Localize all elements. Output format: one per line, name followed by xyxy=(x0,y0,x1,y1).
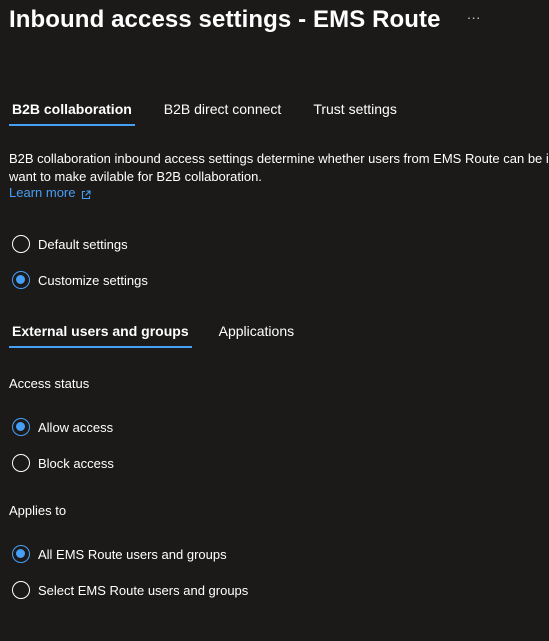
applies-to-label: Applies to xyxy=(9,503,67,518)
tab-trust-settings[interactable]: Trust settings xyxy=(310,101,400,126)
radio-customize-settings[interactable]: Customize settings xyxy=(12,271,148,289)
radio-circle[interactable] xyxy=(12,581,30,599)
description-line-2: want to make avilable for B2B collaborat… xyxy=(9,169,262,184)
sub-tabs: External users and groups Applications xyxy=(9,323,321,348)
more-options-icon[interactable]: ··· xyxy=(467,10,481,24)
description: B2B collaboration inbound access setting… xyxy=(9,150,549,186)
radio-label: All EMS Route users and groups xyxy=(38,546,227,562)
radio-label: Customize settings xyxy=(38,272,148,288)
radio-circle-checked[interactable] xyxy=(12,418,30,436)
radio-label: Select EMS Route users and groups xyxy=(38,582,249,598)
top-tabs: B2B collaboration B2B direct connect Tru… xyxy=(9,101,426,126)
learn-more-link[interactable]: Learn more xyxy=(9,185,92,200)
radio-block-access[interactable]: Block access xyxy=(12,454,114,472)
radio-circle-checked[interactable] xyxy=(12,271,30,289)
radio-all-users-and-groups[interactable]: All EMS Route users and groups xyxy=(12,545,227,563)
radio-default-settings[interactable]: Default settings xyxy=(12,235,128,253)
access-status-label: Access status xyxy=(9,376,90,391)
radio-allow-access[interactable]: Allow access xyxy=(12,418,113,436)
radio-select-users-and-groups[interactable]: Select EMS Route users and groups xyxy=(12,581,248,599)
radio-label: Allow access xyxy=(38,419,114,435)
radio-circle[interactable] xyxy=(12,454,30,472)
page-title: Inbound access settings - EMS Route xyxy=(9,6,441,33)
tab-b2b-direct-connect[interactable]: B2B direct connect xyxy=(161,101,285,126)
radio-circle-checked[interactable] xyxy=(12,545,30,563)
tab-applications[interactable]: Applications xyxy=(216,323,298,348)
description-line-1: B2B collaboration inbound access setting… xyxy=(9,151,549,166)
external-link-icon xyxy=(81,188,92,199)
radio-label: Default settings xyxy=(38,236,128,252)
title-row: Inbound access settings - EMS Route ··· xyxy=(9,6,481,34)
radio-circle[interactable] xyxy=(12,235,30,253)
tab-b2b-collaboration[interactable]: B2B collaboration xyxy=(9,101,135,126)
tab-external-users-and-groups[interactable]: External users and groups xyxy=(9,323,192,348)
learn-more-label: Learn more xyxy=(9,185,76,200)
radio-label: Block access xyxy=(38,455,114,471)
